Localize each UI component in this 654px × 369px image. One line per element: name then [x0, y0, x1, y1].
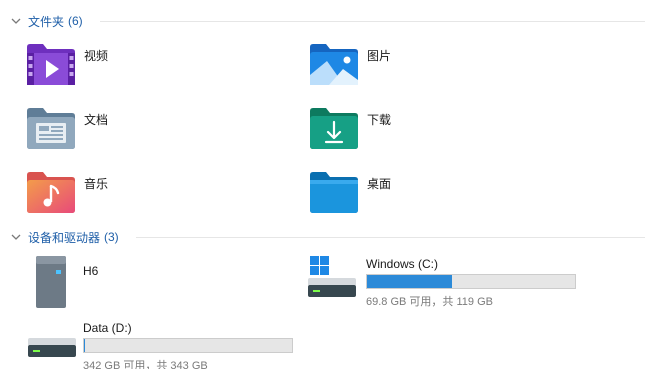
- drive-usage-fill: [367, 275, 453, 288]
- folder-desktop[interactable]: 桌面: [309, 170, 391, 214]
- desktop-folder-icon: [310, 172, 358, 213]
- folder-documents[interactable]: 文档: [26, 106, 108, 150]
- documents-folder-icon: [27, 108, 75, 149]
- drives-group-count: (3): [104, 230, 119, 244]
- group-divider: [136, 237, 645, 238]
- folder-downloads[interactable]: 下载: [309, 106, 391, 150]
- folders-group-header[interactable]: 文件夹 (6): [10, 12, 83, 30]
- chevron-down-icon: [11, 234, 21, 240]
- this-pc-view: 文件夹 (6) 视频 图片 文档 下载 音乐 桌面 设备和驱动器 (3) H6 …: [0, 0, 654, 369]
- drive-c[interactable]: Windows (C:) 69.8 GB 可用，共 119 GB: [306, 252, 581, 312]
- group-divider: [100, 21, 645, 22]
- folder-label: 图片: [367, 49, 392, 63]
- removable-drive-icon: [36, 256, 66, 308]
- drive-usage-bar: [366, 274, 576, 289]
- folder-pictures[interactable]: 图片: [309, 42, 391, 86]
- folder-label: 视频: [84, 49, 109, 63]
- drive-usage-fill: [84, 339, 85, 352]
- drives-group-header[interactable]: 设备和驱动器 (3): [10, 228, 119, 246]
- folder-videos[interactable]: 视频: [26, 42, 108, 86]
- drive-name: H6: [83, 264, 99, 278]
- chevron-down-icon: [11, 18, 21, 24]
- folder-label: 桌面: [367, 177, 392, 191]
- drive-d[interactable]: Data (D:) 342 GB 可用，共 343 GB: [26, 318, 296, 369]
- drive-space-info: 342 GB 可用，共 343 GB: [83, 360, 208, 369]
- hard-drive-icon: [28, 338, 76, 357]
- folder-label: 下载: [367, 113, 392, 127]
- drive-h6[interactable]: H6: [26, 252, 286, 312]
- drive-name: Data (D:): [83, 321, 132, 335]
- drives-group-title: 设备和驱动器: [28, 230, 101, 245]
- drive-usage-bar: [83, 338, 293, 353]
- folder-label: 文档: [84, 113, 109, 127]
- folder-label: 音乐: [84, 177, 109, 191]
- downloads-folder-icon: [310, 108, 358, 149]
- folder-music[interactable]: 音乐: [26, 170, 108, 214]
- music-folder-icon: [27, 172, 75, 213]
- system-drive-icon: [308, 256, 356, 297]
- drive-name: Windows (C:): [366, 257, 439, 271]
- videos-folder-icon: [27, 44, 75, 85]
- drive-space-info: 69.8 GB 可用，共 119 GB: [366, 296, 493, 308]
- pictures-folder-icon: [310, 44, 358, 85]
- folders-group-count: (6): [68, 14, 83, 28]
- folders-group-title: 文件夹: [28, 14, 65, 29]
